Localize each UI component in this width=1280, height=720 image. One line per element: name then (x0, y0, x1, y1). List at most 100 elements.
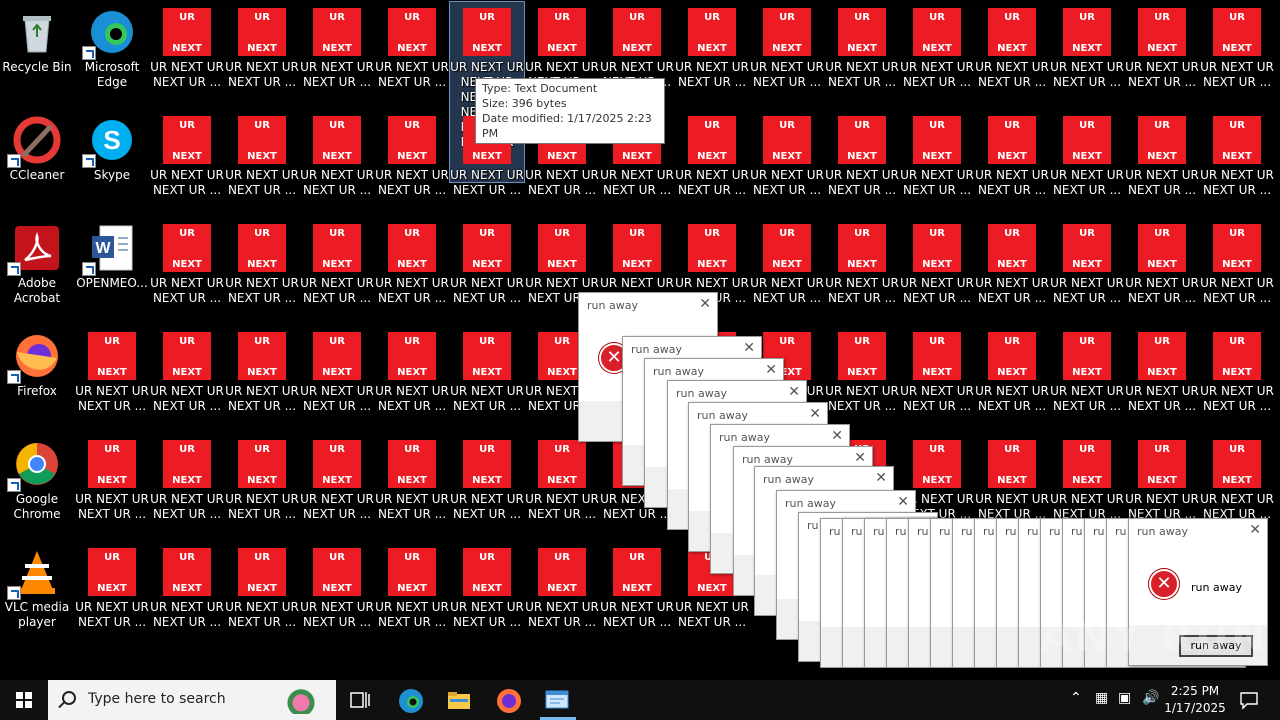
dialog-close-icon[interactable]: ✕ (875, 470, 887, 486)
ur-next-file-icon[interactable]: UR NEXT UR NEXT URNEXT UR ... (750, 218, 824, 318)
edge-taskbar-icon[interactable] (398, 688, 423, 713)
ur-next-file-icon[interactable]: UR NEXT UR NEXT URNEXT UR ... (900, 2, 974, 102)
device-tray-icon[interactable]: ▦ (1095, 690, 1108, 706)
ur-next-file-icon[interactable]: UR NEXT UR NEXT URNEXT UR ... (1200, 110, 1274, 210)
ur-next-file-icon[interactable]: UR NEXT UR NEXT URNEXT UR ... (750, 2, 824, 102)
ur-next-file-icon[interactable]: UR NEXT UR NEXT URNEXT UR ... (975, 218, 1049, 318)
ur-next-file-icon[interactable]: UR NEXT UR NEXT URNEXT UR ... (225, 218, 299, 318)
ur-next-file-icon[interactable]: UR NEXT UR NEXT URNEXT UR ... (450, 218, 524, 318)
ur-next-file-icon[interactable]: UR NEXT UR NEXT URNEXT UR ... (525, 434, 599, 534)
ur-next-file-icon[interactable]: UR NEXT UR NEXT URNEXT UR ... (150, 542, 224, 642)
dialog-close-icon[interactable]: ✕ (1249, 522, 1261, 538)
ur-next-file-icon[interactable]: UR NEXT UR NEXT URNEXT UR ... (750, 110, 824, 210)
ur-next-file-icon[interactable]: UR NEXT UR NEXT URNEXT UR ... (300, 218, 374, 318)
ur-next-file-icon[interactable]: UR NEXT UR NEXT URNEXT UR ... (75, 542, 149, 642)
taskbar-search-box[interactable]: Type here to search (48, 680, 336, 720)
ur-next-file-icon[interactable]: UR NEXT UR NEXT URNEXT UR ... (825, 110, 899, 210)
ur-next-file-icon[interactable]: UR NEXT UR NEXT URNEXT UR ... (1050, 2, 1124, 102)
dialog-close-icon[interactable]: ✕ (831, 428, 843, 444)
ur-next-file-icon[interactable]: UR NEXT UR NEXT URNEXT UR ... (150, 326, 224, 426)
ur-next-file-icon[interactable]: UR NEXT UR NEXT URNEXT UR ... (1200, 2, 1274, 102)
ur-next-file-icon[interactable]: UR NEXT UR NEXT URNEXT UR ... (75, 434, 149, 534)
taskbar-clock[interactable]: 2:25 PM 1/17/2025 (1160, 683, 1230, 717)
ur-next-file-icon[interactable]: UR NEXT UR NEXT URNEXT UR ... (1125, 110, 1199, 210)
desktop-icon-ccleaner[interactable]: CCleaner (0, 110, 74, 210)
ur-next-file-icon[interactable]: UR NEXT UR NEXT URNEXT UR ... (1200, 326, 1274, 426)
ur-next-file-icon[interactable]: UR NEXT UR NEXT URNEXT UR ... (900, 110, 974, 210)
ur-next-file-icon[interactable]: UR NEXT UR NEXT URNEXT UR ... (450, 434, 524, 534)
desktop-icon-skype[interactable]: S Skype (75, 110, 149, 210)
ur-next-file-icon[interactable]: UR NEXT UR NEXT URNEXT UR ... (150, 2, 224, 102)
ur-next-file-icon[interactable]: UR NEXT UR NEXT URNEXT UR ... (300, 326, 374, 426)
desktop-icon-recycle-bin[interactable]: Recycle Bin (0, 2, 74, 102)
ur-next-file-icon[interactable]: UR NEXT UR NEXT URNEXT UR ... (1125, 326, 1199, 426)
notifications-icon[interactable] (1238, 689, 1262, 713)
ur-next-file-icon[interactable]: UR NEXT UR NEXT URNEXT UR ... (300, 2, 374, 102)
ur-next-file-icon[interactable]: UR NEXT UR NEXT URNEXT UR ... (225, 542, 299, 642)
firefox-taskbar-icon[interactable] (496, 688, 521, 713)
ur-next-file-icon[interactable]: UR NEXT UR NEXT URNEXT UR ... (1200, 218, 1274, 318)
ur-next-file-icon[interactable]: UR NEXT UR NEXT URNEXT UR ... (300, 110, 374, 210)
ur-next-file-icon[interactable]: UR NEXT UR NEXT URNEXT UR ... (225, 110, 299, 210)
ur-next-file-icon[interactable]: UR NEXT UR NEXT URNEXT UR ... (450, 326, 524, 426)
ur-next-file-icon[interactable]: UR NEXT UR NEXT URNEXT UR ... (300, 434, 374, 534)
ur-next-file-icon[interactable]: UR NEXT UR NEXT URNEXT UR ... (375, 2, 449, 102)
network-icon[interactable]: ▣ (1118, 690, 1131, 706)
ur-next-file-icon[interactable]: UR NEXT UR NEXT URNEXT UR ... (825, 218, 899, 318)
ur-next-file-icon[interactable]: UR NEXT UR NEXT URNEXT UR ... (375, 542, 449, 642)
ur-next-file-icon[interactable]: UR NEXT UR NEXT URNEXT UR ... (675, 2, 749, 102)
ur-icon-label: UR NEXT URNEXT UR ... (900, 60, 974, 90)
ur-next-file-icon[interactable]: UR NEXT UR NEXT URNEXT UR ... (150, 218, 224, 318)
ur-next-file-icon[interactable]: UR NEXT UR NEXT URNEXT UR ... (975, 2, 1049, 102)
ur-icon-bottom-text: NEXT (397, 259, 427, 270)
ur-next-file-icon[interactable]: UR NEXT UR NEXT URNEXT UR ... (150, 110, 224, 210)
dialog-close-icon[interactable]: ✕ (809, 406, 821, 422)
word-doc-icon: W (82, 224, 136, 276)
ur-next-file-icon[interactable]: UR NEXT UR NEXT URNEXT UR ... (225, 434, 299, 534)
desktop-icon-firefox[interactable]: Firefox (0, 326, 74, 426)
ur-next-file-icon[interactable]: UR NEXT UR NEXT URNEXT UR ... (675, 110, 749, 210)
desktop-icon-adobe-acrobat[interactable]: Adobe Acrobat (0, 218, 74, 318)
ur-next-file-icon[interactable]: UR NEXT UR NEXT URNEXT UR ... (900, 326, 974, 426)
ur-next-file-icon[interactable]: UR NEXT UR NEXT URNEXT UR ... (900, 218, 974, 318)
dialog-close-icon[interactable]: ✕ (743, 340, 755, 356)
notepad-taskbar-icon[interactable] (545, 688, 569, 712)
ur-next-file-icon[interactable]: UR NEXT UR NEXT URNEXT UR ... (375, 218, 449, 318)
desktop-icon-openmeo[interactable]: W OPENMEO... (75, 218, 149, 318)
ur-next-file-icon[interactable]: UR NEXT UR NEXT URNEXT UR ... (1050, 218, 1124, 318)
ur-next-file-icon[interactable]: UR NEXT UR NEXT URNEXT UR ... (300, 542, 374, 642)
ur-next-file-icon[interactable]: UR NEXT UR NEXT URNEXT UR ... (1125, 2, 1199, 102)
ur-next-file-icon[interactable]: UR NEXT UR NEXT URNEXT UR ... (975, 326, 1049, 426)
desktop-icon-microsoft-edge[interactable]: Microsoft Edge (75, 2, 149, 102)
ur-next-file-icon[interactable]: UR NEXT UR NEXT URNEXT UR ... (450, 542, 524, 642)
ur-next-file-icon[interactable]: UR NEXT UR NEXT URNEXT UR ... (375, 326, 449, 426)
ur-next-image-icon: UR NEXT (838, 332, 886, 380)
ur-next-file-icon[interactable]: UR NEXT UR NEXT URNEXT UR ... (75, 326, 149, 426)
task-view-icon[interactable] (348, 688, 372, 712)
ur-next-file-icon[interactable]: UR NEXT UR NEXT URNEXT UR ... (1050, 326, 1124, 426)
desktop[interactable]: Recycle Bin Microsoft Edge CCleaner S Skype A… (0, 0, 1280, 680)
dialog-close-icon[interactable]: ✕ (854, 450, 866, 466)
ur-next-file-icon[interactable]: UR NEXT UR NEXT URNEXT UR ... (225, 326, 299, 426)
ur-next-file-icon[interactable]: UR NEXT UR NEXT URNEXT UR ... (600, 542, 674, 642)
ur-next-file-icon[interactable]: UR NEXT UR NEXT URNEXT UR ... (825, 326, 899, 426)
ur-next-file-icon[interactable]: UR NEXT UR NEXT URNEXT UR ... (375, 434, 449, 534)
desktop-icon-google-chrome[interactable]: Google Chrome (0, 434, 74, 534)
ur-next-file-icon[interactable]: UR NEXT UR NEXT URNEXT UR ... (975, 110, 1049, 210)
desktop-icon-vlc[interactable]: VLC media player (0, 542, 74, 642)
ur-next-file-icon[interactable]: UR NEXT UR NEXT URNEXT UR ... (1050, 110, 1124, 210)
ur-next-file-icon[interactable]: UR NEXT UR NEXT URNEXT UR ... (825, 2, 899, 102)
ur-next-file-icon[interactable]: UR NEXT UR NEXT URNEXT UR ... (150, 434, 224, 534)
dialog-close-icon[interactable]: ✕ (788, 384, 800, 400)
file-explorer-icon[interactable] (447, 688, 471, 712)
ur-next-file-icon[interactable]: UR NEXT UR NEXT URNEXT UR ... (525, 542, 599, 642)
dialog-close-icon[interactable]: ✕ (897, 494, 909, 510)
show-hidden-icons-chevron-icon[interactable]: ⌃ (1070, 690, 1082, 706)
ur-next-file-icon[interactable]: UR NEXT UR NEXT URNEXT UR ... (1125, 218, 1199, 318)
dialog-close-icon[interactable]: ✕ (699, 296, 711, 312)
start-button[interactable] (0, 680, 48, 720)
volume-icon[interactable]: 🔊 (1142, 690, 1159, 706)
dialog-close-icon[interactable]: ✕ (765, 362, 777, 378)
ur-next-file-icon[interactable]: UR NEXT UR NEXT URNEXT UR ... (375, 110, 449, 210)
ur-next-file-icon[interactable]: UR NEXT UR NEXT URNEXT UR ... (225, 2, 299, 102)
